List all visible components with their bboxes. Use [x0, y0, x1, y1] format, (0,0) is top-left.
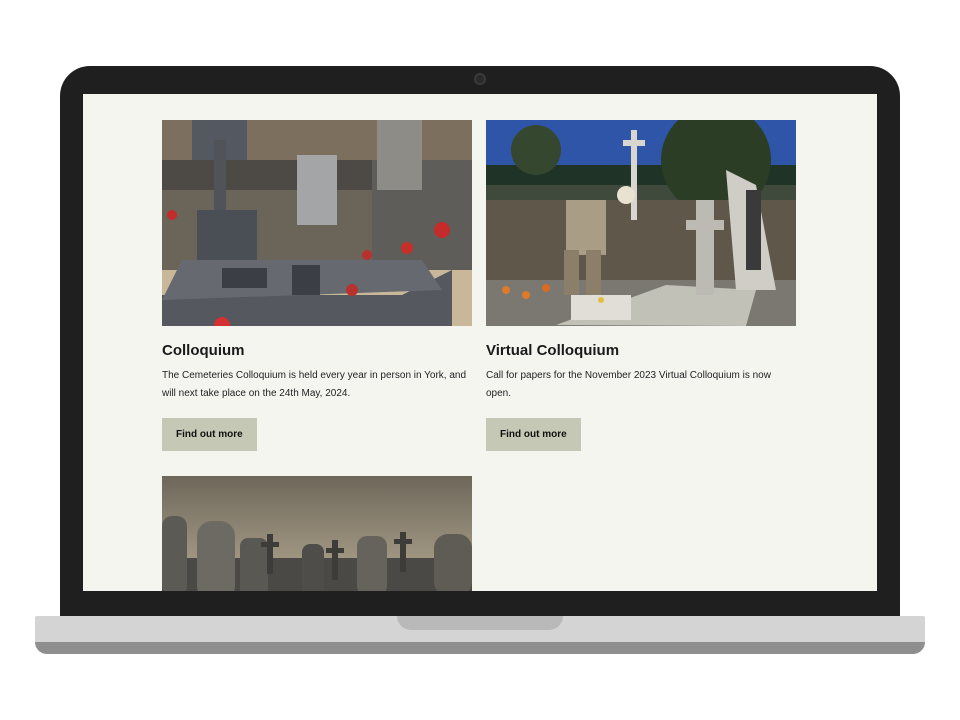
- card-description: The Cemeteries Colloquium is held every …: [162, 370, 467, 399]
- cemetery-visitor-image: [486, 120, 796, 326]
- laptop-base-bottom: [35, 642, 925, 654]
- laptop-screen: Colloquium The Cemeteries Colloquium is …: [83, 94, 877, 591]
- cemetery-graves-image: [162, 120, 472, 326]
- card-gravestones: [162, 476, 472, 591]
- card-title: Colloquium: [162, 342, 245, 359]
- gravestones-silhouette-image: [162, 476, 472, 591]
- card-colloquium: Colloquium The Cemeteries Colloquium is …: [162, 120, 472, 451]
- find-out-more-button[interactable]: Find out more: [486, 418, 581, 451]
- webcam-icon: [474, 73, 486, 85]
- find-out-more-button[interactable]: Find out more: [162, 418, 257, 451]
- card-title: Virtual Colloquium: [486, 342, 620, 359]
- card-virtual-colloquium: Virtual Colloquium Call for papers for t…: [486, 120, 796, 451]
- laptop-base-notch: [397, 616, 563, 630]
- card-description: Call for papers for the November 2023 Vi…: [486, 370, 771, 399]
